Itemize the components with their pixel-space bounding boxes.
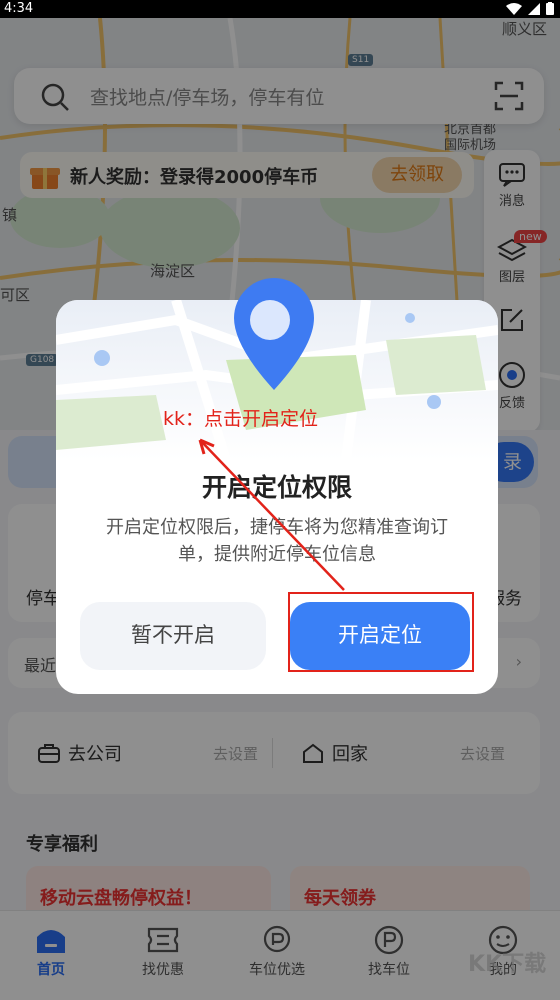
battery-icon (546, 2, 554, 15)
dialog-body: 开启定位权限后，捷停车将为您精准查询订单，提供附近停车位信息 (106, 517, 448, 565)
wifi-icon (506, 2, 522, 15)
not-now-button[interactable]: 暂不开启 (80, 602, 266, 670)
annotation-label: kk：点击开启定位 (163, 408, 319, 430)
status-bar: 4:34 (0, 0, 560, 18)
location-pin-icon (234, 278, 314, 390)
status-time: 4:34 (4, 1, 34, 16)
dialog-title: 开启定位权限 (201, 473, 352, 502)
signal-icon (528, 2, 540, 15)
annotation-highlight-box (288, 592, 474, 672)
